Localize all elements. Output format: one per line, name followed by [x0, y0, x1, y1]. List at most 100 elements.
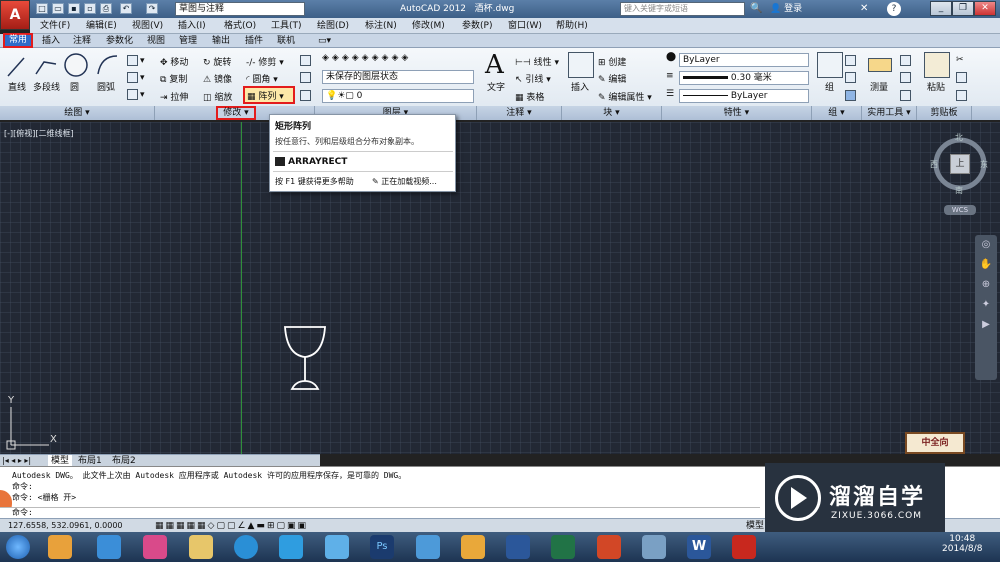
taskbar-app-10-icon[interactable]: [461, 535, 485, 559]
start-button[interactable]: [6, 535, 30, 559]
tab-output[interactable]: 输出: [212, 34, 230, 48]
utility-icon-2[interactable]: [900, 72, 913, 83]
arc-button[interactable]: 圆弧: [97, 80, 115, 93]
insert-block-button[interactable]: 插入: [571, 80, 589, 93]
steeringwheel-icon[interactable]: ◎: [975, 235, 997, 255]
tab-plugins[interactable]: 插件: [245, 34, 263, 48]
rectangle-icon[interactable]: ▾: [127, 55, 145, 66]
viewport-controls[interactable]: [-][俯视][二维线框]: [4, 128, 74, 139]
showmotion-icon[interactable]: ▶: [975, 315, 997, 335]
menu-window[interactable]: 窗口(W): [508, 19, 542, 33]
taskbar-app-6-icon[interactable]: [279, 535, 303, 559]
measure-icon[interactable]: [868, 58, 892, 72]
layer-state-dropdown[interactable]: 未保存的图层状态: [322, 70, 474, 84]
powerpoint-icon[interactable]: [597, 535, 621, 559]
menu-draw[interactable]: 绘图(D): [317, 19, 349, 33]
tab-insert[interactable]: 插入: [42, 34, 60, 48]
cut-icon[interactable]: ✂: [956, 55, 964, 65]
explode-icon[interactable]: [300, 72, 313, 83]
offset-icon[interactable]: [300, 90, 313, 101]
leader-button[interactable]: ↖ 引线 ▾: [515, 72, 551, 85]
coordinates-readout[interactable]: 127.6558, 532.0961, 0.0000: [8, 520, 123, 532]
command-input[interactable]: 命令:: [0, 507, 760, 518]
close-button[interactable]: ✕: [974, 1, 996, 16]
rotate-button[interactable]: ↻ 旋转: [203, 55, 231, 68]
autocad-taskbar-icon[interactable]: [732, 535, 756, 559]
lineweight-dropdown[interactable]: 0.30 毫米: [679, 71, 809, 85]
draw-panel-title[interactable]: 绘图 ▾: [0, 106, 155, 120]
help-icon[interactable]: ?: [887, 2, 901, 16]
word-icon[interactable]: [506, 535, 530, 559]
modify-panel-expand[interactable]: 修改 ▾: [216, 106, 256, 120]
saveas-icon[interactable]: ▫: [84, 3, 96, 14]
new-icon[interactable]: □: [36, 3, 48, 14]
compass-east[interactable]: 东: [980, 159, 988, 170]
menu-view[interactable]: 视图(V): [132, 19, 163, 33]
tab-annotate[interactable]: 注释: [73, 34, 91, 48]
paste-icon[interactable]: [924, 52, 950, 78]
compass-south[interactable]: 南: [955, 185, 963, 196]
wcs-menu[interactable]: WCS: [944, 205, 976, 215]
polyline-icon[interactable]: [34, 54, 58, 78]
group-icon[interactable]: [817, 52, 843, 78]
drawing-area[interactable]: [0, 122, 1000, 454]
tab-parametric[interactable]: 参数化: [106, 34, 133, 48]
open-icon[interactable]: ▭: [52, 3, 64, 14]
clock[interactable]: 10:48 2014/8/8: [942, 534, 982, 554]
menu-insert[interactable]: 插入(I): [178, 19, 206, 33]
pan-icon[interactable]: ✋: [975, 255, 997, 275]
search-icon[interactable]: 🔍: [750, 3, 762, 14]
mirror-button[interactable]: ⚠ 镜像: [203, 72, 232, 85]
ie-icon[interactable]: [97, 535, 121, 559]
match-properties-icon[interactable]: ⬤: [666, 52, 676, 62]
table-button[interactable]: ▦ 表格: [515, 90, 544, 103]
layer-tools-icon[interactable]: ◈◈◈◈◈◈◈◈◈: [322, 53, 411, 63]
ungroup-icon[interactable]: [845, 55, 858, 66]
tab-online[interactable]: 联机: [277, 34, 295, 48]
arc-icon[interactable]: [95, 52, 119, 78]
circle-icon[interactable]: [63, 52, 89, 78]
text-icon[interactable]: A: [485, 50, 504, 80]
edit-attr-button[interactable]: ✎ 编辑属性 ▾: [598, 90, 652, 103]
taskbar-app-14-icon[interactable]: [642, 535, 666, 559]
group-edit-icon[interactable]: [845, 72, 858, 83]
array-button[interactable]: ▦ 阵列 ▾: [243, 86, 295, 104]
edit-block-button[interactable]: ✎ 编辑: [598, 72, 626, 85]
menu-dimension[interactable]: 标注(N): [365, 19, 397, 33]
gradient-icon[interactable]: ▾: [127, 89, 145, 100]
minimize-button[interactable]: _: [930, 1, 952, 16]
menu-parametric[interactable]: 参数(P): [462, 19, 492, 33]
taskbar-app-3-icon[interactable]: [143, 535, 167, 559]
word-2-icon[interactable]: W: [687, 535, 711, 559]
zoom-icon[interactable]: ⊕: [975, 275, 997, 295]
excel-icon[interactable]: [551, 535, 575, 559]
tab-home[interactable]: 常用: [3, 33, 34, 48]
undo-icon[interactable]: ↶: [120, 3, 132, 14]
menu-format[interactable]: 格式(O): [224, 19, 256, 33]
save-icon[interactable]: ▪: [68, 3, 80, 14]
linear-button[interactable]: ⊢⊣ 线性 ▾: [515, 55, 559, 68]
restore-button[interactable]: ❐: [952, 1, 974, 16]
polyline-button[interactable]: 多段线: [33, 80, 60, 93]
print-icon[interactable]: ⎙: [100, 3, 112, 14]
copy-base-icon[interactable]: [956, 90, 969, 101]
linetype-dropdown[interactable]: ByLayer: [679, 89, 809, 103]
utility-icon-3[interactable]: [900, 90, 913, 101]
menu-edit[interactable]: 编辑(E): [86, 19, 117, 33]
utilities-panel-title[interactable]: 实用工具 ▾: [862, 106, 917, 120]
copy-button[interactable]: ⧉ 复制: [160, 72, 187, 85]
taskbar-app-1-icon[interactable]: [48, 535, 72, 559]
exchange-icon[interactable]: ✕: [860, 3, 868, 14]
application-menu-button[interactable]: A: [0, 0, 30, 30]
menu-file[interactable]: 文件(F): [40, 19, 70, 33]
scale-button[interactable]: ◫ 缩放: [203, 90, 232, 103]
groups-panel-title[interactable]: 组 ▾: [812, 106, 862, 120]
group-button[interactable]: 组: [825, 80, 834, 93]
viewcube-top-face[interactable]: 上: [950, 154, 970, 174]
annotation-panel-title[interactable]: 注释 ▾: [477, 106, 562, 120]
paste-button[interactable]: 粘贴: [927, 80, 945, 93]
color-dropdown[interactable]: ByLayer: [679, 53, 809, 67]
workspace-dropdown[interactable]: 草图与注释: [175, 2, 305, 16]
hatch-icon[interactable]: ▾: [127, 72, 145, 83]
group-select-icon[interactable]: [845, 90, 858, 101]
